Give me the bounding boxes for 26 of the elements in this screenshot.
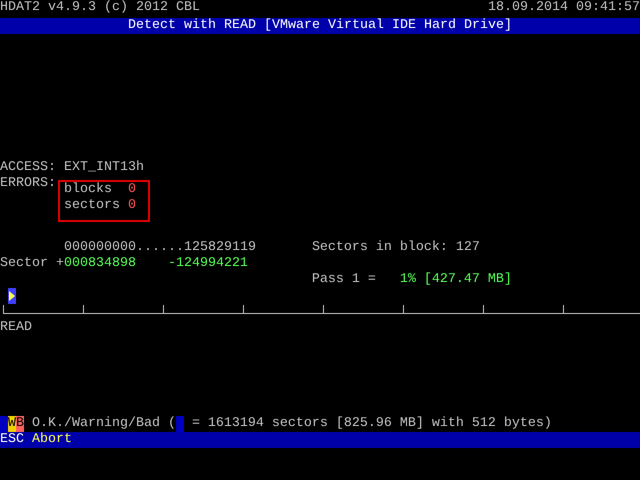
app-title: HDAT2 v4.9.3 (c) 2012 CBL bbox=[0, 0, 200, 16]
error-label: blocks bbox=[64, 182, 112, 197]
legend-text: O.K./Warning/Bad ( bbox=[32, 416, 176, 432]
legend-swatch: W bbox=[8, 416, 16, 432]
block-swatch bbox=[176, 416, 184, 432]
error-count: 0 bbox=[128, 182, 136, 198]
access-label: ACCESS: bbox=[0, 160, 57, 176]
sector-range-text: 000000000......125829119 bbox=[64, 240, 256, 256]
errors-label: ERRORS: bbox=[0, 176, 56, 191]
pass-label: Pass 1 = bbox=[312, 272, 376, 288]
pass-status-text: 1% [427.47 MB] bbox=[400, 272, 512, 288]
sector-label: Sector bbox=[0, 256, 48, 272]
key-action[interactable]: Abort bbox=[32, 432, 72, 448]
sectors-remaining: -124994221 bbox=[168, 256, 248, 272]
legend-swatch: B bbox=[16, 416, 24, 432]
title-bar: Detect with READ [VMware Virtual IDE Hard Drive] bbox=[0, 18, 640, 34]
access-value: EXT_INT13h bbox=[64, 160, 144, 176]
error-label: sectors bbox=[64, 198, 120, 213]
error-count: 0 bbox=[128, 198, 136, 214]
sign: + bbox=[56, 256, 64, 272]
date-time: 18.09.2014 09:41:57 bbox=[488, 0, 640, 16]
legend-detail: = 1613194 sectors [825.96 MB] with 512 bytes) bbox=[192, 416, 552, 432]
sector-position: 000834898 bbox=[64, 256, 136, 272]
block-size-label: Sectors in block: 127 bbox=[312, 240, 480, 256]
operation-label: READ bbox=[0, 320, 32, 336]
key-label: ESC bbox=[0, 432, 24, 448]
